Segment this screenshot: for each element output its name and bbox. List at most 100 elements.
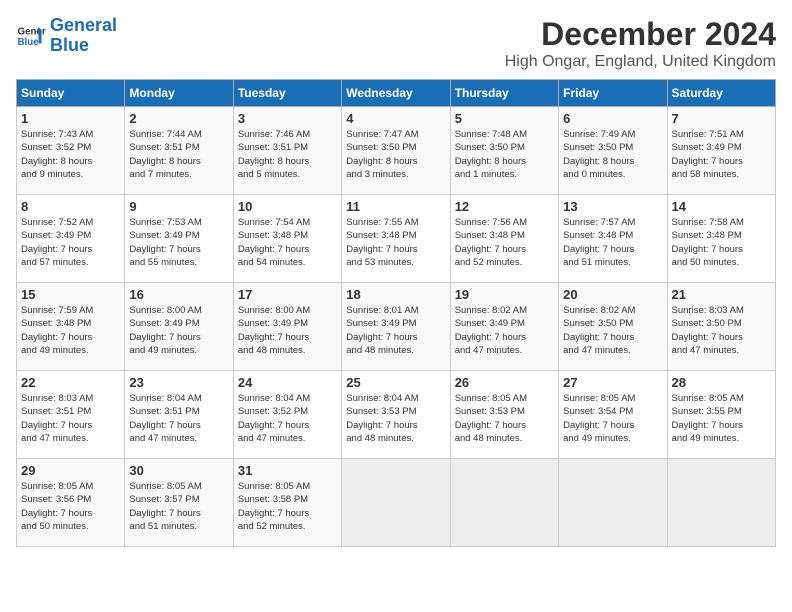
- svg-text:General: General: [18, 26, 47, 37]
- day-info: Sunrise: 7:54 AM Sunset: 3:48 PM Dayligh…: [238, 216, 337, 269]
- calendar-header-row: SundayMondayTuesdayWednesdayThursdayFrid…: [17, 80, 776, 107]
- logo-icon: General Blue: [16, 21, 46, 51]
- day-number: 7: [672, 111, 771, 126]
- day-info: Sunrise: 7:51 AM Sunset: 3:49 PM Dayligh…: [672, 128, 771, 181]
- day-number: 6: [563, 111, 662, 126]
- day-info: Sunrise: 8:05 AM Sunset: 3:55 PM Dayligh…: [672, 392, 771, 445]
- day-number: 18: [346, 287, 445, 302]
- day-info: Sunrise: 7:59 AM Sunset: 3:48 PM Dayligh…: [21, 304, 120, 357]
- calendar-week-row: 8 Sunrise: 7:52 AM Sunset: 3:49 PM Dayli…: [17, 195, 776, 283]
- day-number: 3: [238, 111, 337, 126]
- day-info: Sunrise: 7:49 AM Sunset: 3:50 PM Dayligh…: [563, 128, 662, 181]
- calendar-day-cell: 19 Sunrise: 8:02 AM Sunset: 3:49 PM Dayl…: [450, 283, 558, 371]
- calendar-day-cell: 20 Sunrise: 8:02 AM Sunset: 3:50 PM Dayl…: [559, 283, 667, 371]
- calendar-header-cell: Monday: [125, 80, 233, 107]
- day-number: 25: [346, 375, 445, 390]
- day-number: 12: [455, 199, 554, 214]
- calendar-day-cell: 27 Sunrise: 8:05 AM Sunset: 3:54 PM Dayl…: [559, 371, 667, 459]
- calendar-body: 1 Sunrise: 7:43 AM Sunset: 3:52 PM Dayli…: [17, 107, 776, 547]
- calendar-day-cell: 30 Sunrise: 8:05 AM Sunset: 3:57 PM Dayl…: [125, 459, 233, 547]
- day-info: Sunrise: 8:05 AM Sunset: 3:53 PM Dayligh…: [455, 392, 554, 445]
- day-number: 22: [21, 375, 120, 390]
- day-info: Sunrise: 8:04 AM Sunset: 3:51 PM Dayligh…: [129, 392, 228, 445]
- calendar-table: SundayMondayTuesdayWednesdayThursdayFrid…: [16, 79, 776, 547]
- day-number: 21: [672, 287, 771, 302]
- day-info: Sunrise: 8:01 AM Sunset: 3:49 PM Dayligh…: [346, 304, 445, 357]
- day-info: Sunrise: 8:00 AM Sunset: 3:49 PM Dayligh…: [129, 304, 228, 357]
- day-number: 19: [455, 287, 554, 302]
- calendar-header-cell: Saturday: [667, 80, 775, 107]
- calendar-day-cell: [559, 459, 667, 547]
- day-info: Sunrise: 7:52 AM Sunset: 3:49 PM Dayligh…: [21, 216, 120, 269]
- calendar-day-cell: 18 Sunrise: 8:01 AM Sunset: 3:49 PM Dayl…: [342, 283, 450, 371]
- calendar-day-cell: 16 Sunrise: 8:00 AM Sunset: 3:49 PM Dayl…: [125, 283, 233, 371]
- day-number: 26: [455, 375, 554, 390]
- calendar-day-cell: 8 Sunrise: 7:52 AM Sunset: 3:49 PM Dayli…: [17, 195, 125, 283]
- calendar-day-cell: 15 Sunrise: 7:59 AM Sunset: 3:48 PM Dayl…: [17, 283, 125, 371]
- calendar-day-cell: 2 Sunrise: 7:44 AM Sunset: 3:51 PM Dayli…: [125, 107, 233, 195]
- calendar-day-cell: [450, 459, 558, 547]
- day-number: 17: [238, 287, 337, 302]
- calendar-day-cell: 6 Sunrise: 7:49 AM Sunset: 3:50 PM Dayli…: [559, 107, 667, 195]
- location-subtitle: High Ongar, England, United Kingdom: [505, 53, 776, 71]
- day-info: Sunrise: 8:04 AM Sunset: 3:53 PM Dayligh…: [346, 392, 445, 445]
- calendar-day-cell: 11 Sunrise: 7:55 AM Sunset: 3:48 PM Dayl…: [342, 195, 450, 283]
- calendar-day-cell: 22 Sunrise: 8:03 AM Sunset: 3:51 PM Dayl…: [17, 371, 125, 459]
- calendar-header-cell: Friday: [559, 80, 667, 107]
- day-number: 2: [129, 111, 228, 126]
- calendar-week-row: 29 Sunrise: 8:05 AM Sunset: 3:56 PM Dayl…: [17, 459, 776, 547]
- calendar-header-cell: Tuesday: [233, 80, 341, 107]
- calendar-day-cell: 1 Sunrise: 7:43 AM Sunset: 3:52 PM Dayli…: [17, 107, 125, 195]
- day-number: 1: [21, 111, 120, 126]
- day-info: Sunrise: 7:53 AM Sunset: 3:49 PM Dayligh…: [129, 216, 228, 269]
- day-info: Sunrise: 7:47 AM Sunset: 3:50 PM Dayligh…: [346, 128, 445, 181]
- calendar-day-cell: 3 Sunrise: 7:46 AM Sunset: 3:51 PM Dayli…: [233, 107, 341, 195]
- day-number: 23: [129, 375, 228, 390]
- day-number: 28: [672, 375, 771, 390]
- day-info: Sunrise: 8:05 AM Sunset: 3:57 PM Dayligh…: [129, 480, 228, 533]
- day-info: Sunrise: 7:46 AM Sunset: 3:51 PM Dayligh…: [238, 128, 337, 181]
- day-number: 10: [238, 199, 337, 214]
- day-number: 5: [455, 111, 554, 126]
- day-info: Sunrise: 7:56 AM Sunset: 3:48 PM Dayligh…: [455, 216, 554, 269]
- svg-text:Blue: Blue: [18, 37, 40, 48]
- calendar-day-cell: 17 Sunrise: 8:00 AM Sunset: 3:49 PM Dayl…: [233, 283, 341, 371]
- day-info: Sunrise: 7:44 AM Sunset: 3:51 PM Dayligh…: [129, 128, 228, 181]
- day-info: Sunrise: 8:04 AM Sunset: 3:52 PM Dayligh…: [238, 392, 337, 445]
- calendar-day-cell: 31 Sunrise: 8:05 AM Sunset: 3:58 PM Dayl…: [233, 459, 341, 547]
- calendar-header-cell: Wednesday: [342, 80, 450, 107]
- calendar-day-cell: 12 Sunrise: 7:56 AM Sunset: 3:48 PM Dayl…: [450, 195, 558, 283]
- day-number: 20: [563, 287, 662, 302]
- day-info: Sunrise: 8:05 AM Sunset: 3:58 PM Dayligh…: [238, 480, 337, 533]
- calendar-day-cell: 9 Sunrise: 7:53 AM Sunset: 3:49 PM Dayli…: [125, 195, 233, 283]
- day-info: Sunrise: 8:05 AM Sunset: 3:54 PM Dayligh…: [563, 392, 662, 445]
- day-number: 15: [21, 287, 120, 302]
- logo: General Blue GeneralBlue: [16, 16, 117, 56]
- day-info: Sunrise: 8:02 AM Sunset: 3:50 PM Dayligh…: [563, 304, 662, 357]
- logo-text: GeneralBlue: [50, 16, 117, 56]
- calendar-day-cell: 26 Sunrise: 8:05 AM Sunset: 3:53 PM Dayl…: [450, 371, 558, 459]
- day-number: 9: [129, 199, 228, 214]
- day-info: Sunrise: 8:02 AM Sunset: 3:49 PM Dayligh…: [455, 304, 554, 357]
- calendar-day-cell: 24 Sunrise: 8:04 AM Sunset: 3:52 PM Dayl…: [233, 371, 341, 459]
- calendar-day-cell: 25 Sunrise: 8:04 AM Sunset: 3:53 PM Dayl…: [342, 371, 450, 459]
- day-number: 11: [346, 199, 445, 214]
- calendar-day-cell: 10 Sunrise: 7:54 AM Sunset: 3:48 PM Dayl…: [233, 195, 341, 283]
- day-info: Sunrise: 7:48 AM Sunset: 3:50 PM Dayligh…: [455, 128, 554, 181]
- day-number: 16: [129, 287, 228, 302]
- calendar-day-cell: 21 Sunrise: 8:03 AM Sunset: 3:50 PM Dayl…: [667, 283, 775, 371]
- day-info: Sunrise: 8:05 AM Sunset: 3:56 PM Dayligh…: [21, 480, 120, 533]
- day-number: 29: [21, 463, 120, 478]
- page-header: General Blue GeneralBlue December 2024 H…: [16, 16, 776, 71]
- calendar-day-cell: 14 Sunrise: 7:58 AM Sunset: 3:48 PM Dayl…: [667, 195, 775, 283]
- day-info: Sunrise: 7:57 AM Sunset: 3:48 PM Dayligh…: [563, 216, 662, 269]
- day-number: 8: [21, 199, 120, 214]
- day-number: 13: [563, 199, 662, 214]
- day-info: Sunrise: 7:58 AM Sunset: 3:48 PM Dayligh…: [672, 216, 771, 269]
- day-number: 14: [672, 199, 771, 214]
- calendar-header-cell: Sunday: [17, 80, 125, 107]
- calendar-week-row: 22 Sunrise: 8:03 AM Sunset: 3:51 PM Dayl…: [17, 371, 776, 459]
- calendar-day-cell: 23 Sunrise: 8:04 AM Sunset: 3:51 PM Dayl…: [125, 371, 233, 459]
- calendar-week-row: 1 Sunrise: 7:43 AM Sunset: 3:52 PM Dayli…: [17, 107, 776, 195]
- day-number: 27: [563, 375, 662, 390]
